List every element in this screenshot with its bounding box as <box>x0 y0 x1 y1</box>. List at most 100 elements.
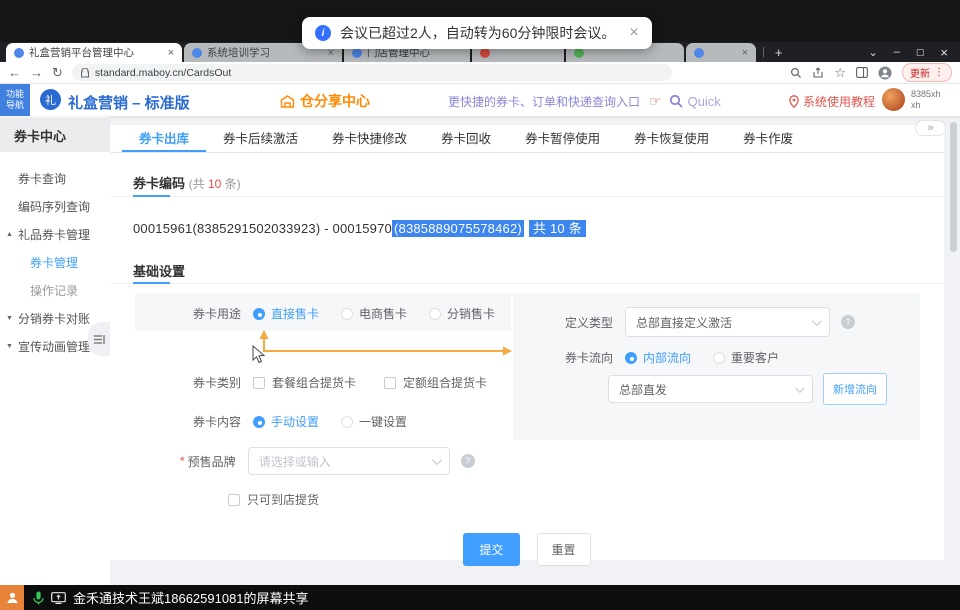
codes-count: (共 10 条) <box>189 177 241 191</box>
checkbox-store-pickup-only[interactable]: 只可到店提货 <box>228 491 319 508</box>
system-tutorial-link[interactable]: 系统使用教程 <box>789 93 875 110</box>
radio-internal-flow[interactable]: 内部流向 <box>625 349 691 366</box>
tab-label: 券卡作废 <box>743 128 793 147</box>
tab-card-recycle[interactable]: 券卡回收 <box>424 125 508 152</box>
side-panel-icon[interactable] <box>856 67 868 78</box>
sidebar-item-label: 券卡管理 <box>30 254 78 271</box>
tab-favicon-icon <box>192 48 202 58</box>
page-scrollbar[interactable] <box>950 122 957 252</box>
flow-select[interactable]: 总部直发 <box>608 375 813 403</box>
browser-tab-label: 礼盒营销平台管理中心 <box>29 45 134 60</box>
double-chevron-right-icon: » <box>927 122 933 134</box>
bookmark-star-icon[interactable]: ☆ <box>834 66 846 79</box>
sidebar-item-operation-log[interactable]: 操作记录 <box>0 276 110 304</box>
radio-label: 重要客户 <box>731 349 779 366</box>
forward-icon[interactable]: → <box>30 66 43 79</box>
lock-icon <box>81 68 89 78</box>
browser-tab-gift-admin[interactable]: 礼盒营销平台管理中心 × <box>6 43 182 62</box>
tab-close-icon[interactable]: × <box>736 47 748 59</box>
sidebar-item-card-management-active[interactable]: 券卡管理 <box>0 248 110 276</box>
window-close-button[interactable]: × <box>940 45 948 60</box>
panel-collapse-button[interactable]: » <box>915 120 946 136</box>
sidebar-collapse-handle[interactable] <box>88 322 110 356</box>
tab-card-quick-edit[interactable]: 券卡快捷修改 <box>315 125 424 152</box>
browser-update-button[interactable]: 更新 ⋮ <box>902 63 952 82</box>
help-icon[interactable]: ? <box>841 315 855 329</box>
new-tab-button[interactable]: + <box>775 45 783 60</box>
screen-share-icon <box>51 592 66 604</box>
reset-button[interactable]: 重置 <box>537 533 591 566</box>
checkbox-package-combo-card[interactable]: 套餐组合提货卡 <box>253 374 356 391</box>
tab-card-suspend[interactable]: 券卡暂停使用 <box>508 125 617 152</box>
tab-favicon-icon <box>694 48 704 58</box>
share-icon[interactable] <box>812 67 824 79</box>
brand-select[interactable]: 请选择或输入 <box>248 447 450 475</box>
form-row-presale-brand: * 预售品牌 请选择或输入 ? <box>180 447 475 475</box>
checkbox-label: 只可到店提货 <box>247 491 319 508</box>
warehouse-share-center-link[interactable]: 仓分享中心 <box>280 91 370 111</box>
tab-card-void[interactable]: 券卡作废 <box>726 125 810 152</box>
tab-label: 券卡恢复使用 <box>634 128 709 147</box>
tab-card-followup-activation[interactable]: 券卡后续激活 <box>206 125 315 152</box>
microphone-icon <box>33 591 44 605</box>
help-icon[interactable]: ? <box>461 454 475 468</box>
sidebar-item-gift-card-management[interactable]: ▲ 礼品券卡管理 <box>0 220 110 248</box>
profile-avatar-icon[interactable] <box>878 66 892 80</box>
define-type-select[interactable]: 总部直接定义激活 <box>625 307 830 337</box>
user-account[interactable]: 8385xh xh <box>882 88 941 111</box>
function-nav-button[interactable]: 功能 导航 <box>0 84 30 116</box>
card-code-range[interactable]: 00015961(8385291502033923) - 00015970(83… <box>133 218 586 237</box>
kebab-menu-icon[interactable]: ⋮ <box>934 67 944 78</box>
tab-card-restore[interactable]: 券卡恢复使用 <box>617 125 726 152</box>
codes-title-text: 券卡编码 <box>133 176 185 191</box>
screen-share-bar: 金禾通技术王斌18662591081的屏幕共享 <box>0 585 960 610</box>
code-plain-text: 00015961(8385291502033923) - 00015970 <box>133 221 392 236</box>
back-icon[interactable]: ← <box>8 66 21 79</box>
sidebar-item-card-query[interactable]: 券卡查询 <box>0 164 110 192</box>
window-minimize-button[interactable]: – <box>894 46 900 58</box>
checkbox-fixed-combo-card[interactable]: 定额组合提货卡 <box>384 374 487 391</box>
browser-url-bar: ← → ↻ standard.maboy.cn/CardsOut ☆ 更新 ⋮ <box>0 62 960 84</box>
radio-label: 一键设置 <box>359 413 407 430</box>
submit-button[interactable]: 提交 <box>463 533 519 566</box>
screen: 礼盒营销平台管理中心 × 系统培训学习 × 门店管理中心 × | + ⌄ – ▢… <box>0 0 960 610</box>
reload-icon[interactable]: ↻ <box>52 66 63 79</box>
radio-icon <box>341 308 353 320</box>
window-maximize-button[interactable]: ▢ <box>916 47 925 58</box>
notification-close-icon[interactable]: × <box>629 24 638 42</box>
share-center-label: 仓分享中心 <box>300 91 370 111</box>
sidebar-item-label: 礼品券卡管理 <box>18 226 90 243</box>
url-input[interactable]: standard.maboy.cn/CardsOut <box>72 64 672 81</box>
quick-entry[interactable]: 更快捷的券卡、订单和快递查询入口 ☞ Quick <box>448 93 721 110</box>
chevron-down-icon[interactable]: ⌄ <box>869 46 878 59</box>
help-glyph: ? <box>465 456 470 466</box>
form-row-card-flow: 券卡流向 内部流向 重要客户 <box>565 349 801 366</box>
quick-tip-text: 更快捷的券卡、订单和快递查询入口 <box>448 93 640 110</box>
section-title-underline <box>133 195 170 197</box>
tab-favicon-icon <box>480 48 490 58</box>
tab-label: 券卡快捷修改 <box>332 128 407 147</box>
sidebar-item-label: 券卡查询 <box>18 170 66 187</box>
radio-ecommerce-sale[interactable]: 电商售卡 <box>341 305 407 322</box>
radio-manual-setup[interactable]: 手动设置 <box>253 413 319 430</box>
tab-close-icon[interactable]: × <box>162 47 174 59</box>
sidebar-item-label: 分销券卡对账 <box>18 310 90 327</box>
radio-one-click-setup[interactable]: 一键设置 <box>341 413 407 430</box>
tab-card-outbound[interactable]: 券卡出库 <box>122 125 206 152</box>
tab-label: 券卡后续激活 <box>223 128 298 147</box>
checkbox-icon <box>228 494 240 506</box>
tab-label: 券卡回收 <box>441 128 491 147</box>
tab-favicon-icon <box>352 48 362 58</box>
radio-important-customer[interactable]: 重要客户 <box>713 349 779 366</box>
sidebar-item-code-sequence-query[interactable]: 编码序列查询 <box>0 192 110 220</box>
update-label: 更新 <box>910 65 930 80</box>
form-row-card-usage: 券卡用途 直接售卡 电商售卡 分销售卡 <box>193 305 517 322</box>
content-card: 券卡出库 券卡后续激活 券卡快捷修改 券卡回收 券卡暂停使用 券卡恢复使用 券卡… <box>110 125 944 560</box>
codes-section-title: 券卡编码 (共 10 条) <box>133 173 241 192</box>
logo-glyph: 礼 <box>45 92 56 108</box>
radio-direct-sale[interactable]: 直接售卡 <box>253 305 319 322</box>
add-flow-button[interactable]: 新增流向 <box>823 373 887 405</box>
zoom-icon[interactable] <box>790 67 802 79</box>
radio-distribution-sale[interactable]: 分销售卡 <box>429 305 495 322</box>
browser-tab-obscured-3[interactable]: × <box>686 43 756 62</box>
